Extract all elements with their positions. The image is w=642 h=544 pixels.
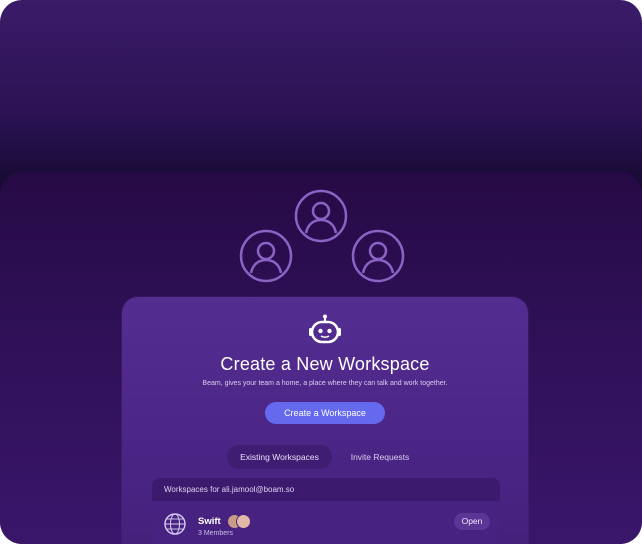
app-window: Create a New Workspace Beam, gives your … (0, 0, 642, 544)
workspace-members: 3 Members (198, 530, 234, 537)
user-circle-icon (294, 189, 348, 243)
tab-invite-requests[interactable]: Invite Requests (337, 445, 423, 469)
avatar (236, 514, 251, 529)
workspace-tabs: Existing Workspaces Invite Requests (227, 445, 423, 469)
globe-icon (164, 513, 186, 535)
user-circle-icon (351, 229, 405, 283)
workspaces-panel: Workspaces for ali.jamool@boam.so Swift … (152, 478, 500, 544)
workspaces-header: Workspaces for ali.jamool@boam.so (152, 478, 500, 501)
member-avatars (227, 514, 251, 529)
tab-existing-workspaces[interactable]: Existing Workspaces (227, 445, 332, 469)
user-circle-icon (239, 229, 293, 283)
robot-icon (309, 314, 341, 344)
page-title: Create a New Workspace (220, 354, 430, 374)
workspace-name: Swift (198, 516, 221, 527)
open-workspace-button[interactable]: Open (454, 513, 490, 530)
page-subtitle: Beam, gives your team a home, a place wh… (202, 380, 448, 387)
create-workspace-button[interactable]: Create a Workspace (265, 402, 385, 424)
create-workspace-card: Create a New Workspace Beam, gives your … (122, 297, 528, 544)
